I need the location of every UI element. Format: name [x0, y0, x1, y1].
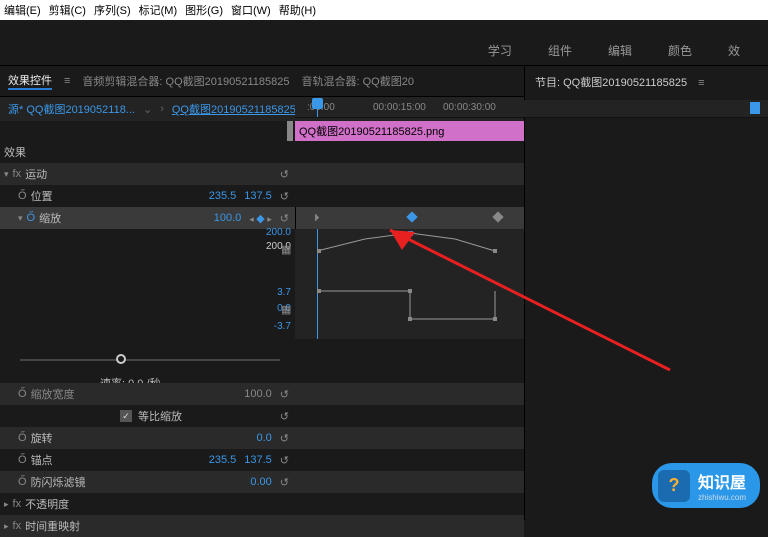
- prop-uniform-scale: 等比缩放: [138, 408, 280, 424]
- breadcrumb-item[interactable]: QQ截图20190521185825...: [172, 101, 305, 117]
- keyframe[interactable]: [406, 211, 417, 222]
- reset-icon[interactable]: ↺: [280, 212, 289, 225]
- tab-assembly[interactable]: 组件: [548, 42, 572, 59]
- prop-opacity[interactable]: 不透明度: [25, 496, 295, 512]
- menu-graphics[interactable]: 图形(G): [185, 2, 223, 18]
- velocity-curve: [317, 291, 495, 319]
- reset-icon[interactable]: ↺: [280, 476, 289, 489]
- tab-audio-track-mixer[interactable]: 音轨混合器: QQ截图20: [301, 73, 413, 89]
- twirl-icon[interactable]: ▸: [4, 521, 9, 532]
- tab-edit[interactable]: 编辑: [608, 42, 632, 59]
- end-marker[interactable]: [750, 102, 760, 114]
- playhead[interactable]: [317, 100, 318, 117]
- scale-slider[interactable]: [20, 349, 280, 371]
- tab-effects[interactable]: 效: [728, 42, 740, 59]
- menu-bar: 编辑(E) 剪辑(C) 序列(S) 标记(M) 图形(G) 窗口(W) 帮助(H…: [0, 0, 768, 20]
- reset-icon[interactable]: ↺: [280, 168, 289, 181]
- fx-badge: fx: [13, 168, 22, 180]
- prop-scale[interactable]: 缩放: [39, 210, 214, 226]
- tab-effect-controls[interactable]: 效果控件: [8, 72, 52, 90]
- prop-anchor[interactable]: 锚点: [31, 452, 209, 468]
- prop-antiflicker[interactable]: 防闪烁滤镜: [31, 474, 251, 490]
- keyframe[interactable]: [492, 211, 503, 222]
- menu-help[interactable]: 帮助(H): [279, 2, 316, 18]
- value-curve: [317, 233, 495, 251]
- panel-menu-icon[interactable]: ≡: [698, 77, 704, 89]
- program-title: 节目: QQ截图20190521185825: [535, 77, 687, 89]
- prop-position[interactable]: 位置: [31, 188, 209, 204]
- prop-motion[interactable]: 运动: [25, 166, 280, 182]
- prop-rotation[interactable]: 旋转: [31, 430, 257, 446]
- expand-icon[interactable]: ▦: [281, 243, 291, 256]
- stopwatch-icon[interactable]: Ő: [18, 190, 27, 202]
- logo-brand: 知识屋: [698, 475, 746, 492]
- menu-window[interactable]: 窗口(W): [231, 2, 271, 18]
- logo-url: zhishiwu.com: [698, 493, 746, 502]
- scale-width-value: 100.0: [244, 388, 272, 400]
- graph-ylabel: 200.0: [251, 227, 291, 238]
- fx-badge: fx: [13, 498, 22, 510]
- logo-icon: ?: [658, 470, 690, 502]
- twirl-icon[interactable]: ▸: [4, 499, 9, 510]
- antiflicker-value[interactable]: 0.00: [250, 476, 271, 488]
- rotation-value[interactable]: 0.0: [256, 432, 271, 444]
- effect-properties: 效果 ▾fx运动↺ Ő位置235.5137.5↺ ▾Ő缩放100.0◂ ◆ ▸↺…: [0, 141, 524, 537]
- chevron-down-icon[interactable]: ⌄: [143, 103, 152, 116]
- twirl-icon[interactable]: ▾: [4, 169, 9, 180]
- stopwatch-icon[interactable]: Ő: [18, 476, 27, 488]
- stopwatch-icon[interactable]: Ő: [18, 388, 27, 400]
- prop-scale-width: 缩放宽度: [31, 386, 245, 402]
- panel-menu-icon[interactable]: ≡: [64, 75, 70, 87]
- reset-icon[interactable]: ↺: [280, 410, 289, 423]
- twirl-icon[interactable]: ▾: [18, 213, 23, 224]
- stopwatch-icon[interactable]: Ő: [18, 454, 27, 466]
- section-video-effects: 效果: [4, 144, 295, 160]
- tab-color[interactable]: 颜色: [668, 42, 692, 59]
- workspace-tabs: 学习 组件 编辑 颜色 效: [0, 36, 768, 66]
- program-panel: 节目: QQ截图20190521185825 ≡: [525, 66, 768, 520]
- breadcrumb: 源* QQ截图2019052118... ⌄ › QQ截图20190521185…: [0, 97, 524, 121]
- scale-value[interactable]: 100.0: [214, 212, 242, 224]
- menu-marker[interactable]: 标记(M): [139, 2, 178, 18]
- reset-icon[interactable]: ↺: [280, 190, 289, 203]
- watermark-logo: ? 知识屋zhishiwu.com: [652, 463, 760, 508]
- menu-clip[interactable]: 剪辑(C): [49, 2, 86, 18]
- panel-tabs: 效果控件 ≡ 音频剪辑混合器: QQ截图20190521185825 音轨混合器…: [0, 66, 524, 97]
- position-y[interactable]: 137.5: [244, 190, 272, 202]
- stopwatch-icon[interactable]: Ő: [27, 212, 36, 224]
- reset-icon[interactable]: ↺: [280, 454, 289, 467]
- reset-icon[interactable]: ↺: [280, 432, 289, 445]
- chevron-right-icon: ›: [160, 103, 164, 115]
- position-x[interactable]: 235.5: [209, 190, 237, 202]
- fx-badge: fx: [13, 520, 22, 532]
- stopwatch-icon[interactable]: Ő: [18, 432, 27, 444]
- breadcrumb-source[interactable]: 源* QQ截图2019052118...: [8, 101, 135, 117]
- graph-ylabel: -3.7: [251, 321, 291, 332]
- keyframe-nav[interactable]: ◂ ◆ ▸: [249, 212, 272, 225]
- tab-learn[interactable]: 学习: [488, 42, 512, 59]
- ruler-tick: 00:00:30:00: [443, 102, 496, 113]
- prop-time-remap[interactable]: 时间重映射: [25, 518, 295, 534]
- menu-sequence[interactable]: 序列(S): [94, 2, 131, 18]
- anchor-x[interactable]: 235.5: [209, 454, 237, 466]
- timeline-ruler[interactable]: :00:00 00:00:15:00 00:00:30:00: [295, 100, 768, 118]
- scale-graph[interactable]: 200.0 200.0 ▦ 3.7 0.0 ▦ -3.7: [295, 229, 524, 339]
- expand-icon[interactable]: ▦: [281, 303, 291, 316]
- reset-icon[interactable]: ↺: [280, 388, 289, 401]
- anchor-y[interactable]: 137.5: [244, 454, 272, 466]
- menu-edit[interactable]: 编辑(E): [4, 2, 41, 18]
- ruler-tick: 00:00:15:00: [373, 102, 426, 113]
- tab-audio-clip-mixer[interactable]: 音频剪辑混合器: QQ截图20190521185825: [82, 73, 289, 89]
- clip-bar[interactable]: QQ截图20190521185825.png: [295, 121, 524, 141]
- graph-ylabel: 3.7: [251, 287, 291, 298]
- keyframe-track-scale[interactable]: ⏵: [295, 207, 524, 229]
- keyframe-start-icon[interactable]: ⏵: [314, 212, 320, 225]
- uniform-scale-checkbox[interactable]: ✓: [120, 410, 132, 422]
